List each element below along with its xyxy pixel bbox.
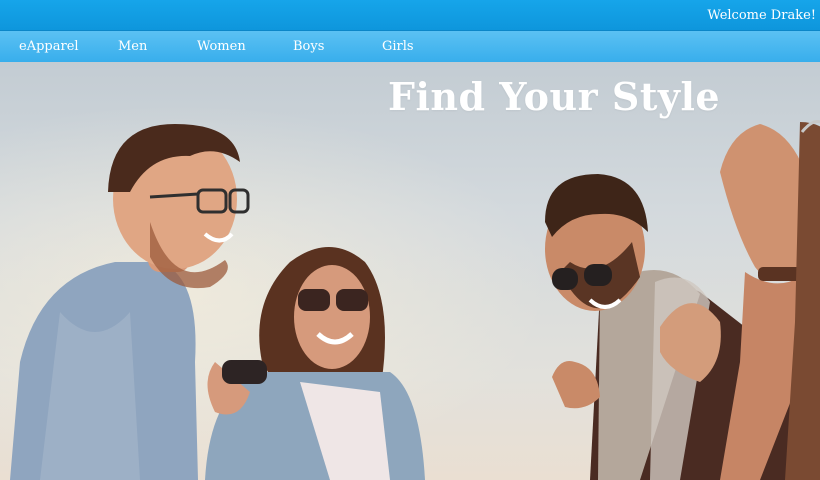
nav-item-women[interactable]: Women bbox=[197, 39, 246, 54]
hero-image bbox=[0, 62, 820, 480]
nav-brand-link[interactable]: eApparel bbox=[19, 39, 79, 54]
nav-item-girls[interactable]: Girls bbox=[382, 39, 414, 54]
welcome-message: Welcome Drake! bbox=[707, 8, 816, 23]
nav-item-men[interactable]: Men bbox=[118, 39, 147, 54]
nav-item-boys[interactable]: Boys bbox=[293, 39, 324, 54]
top-bar: Welcome Drake! bbox=[0, 0, 820, 31]
hero-banner: Find Your Style bbox=[0, 62, 820, 480]
main-nav: eApparel Men Women Boys Girls bbox=[0, 31, 820, 62]
hero-title: Find Your Style bbox=[388, 74, 721, 119]
